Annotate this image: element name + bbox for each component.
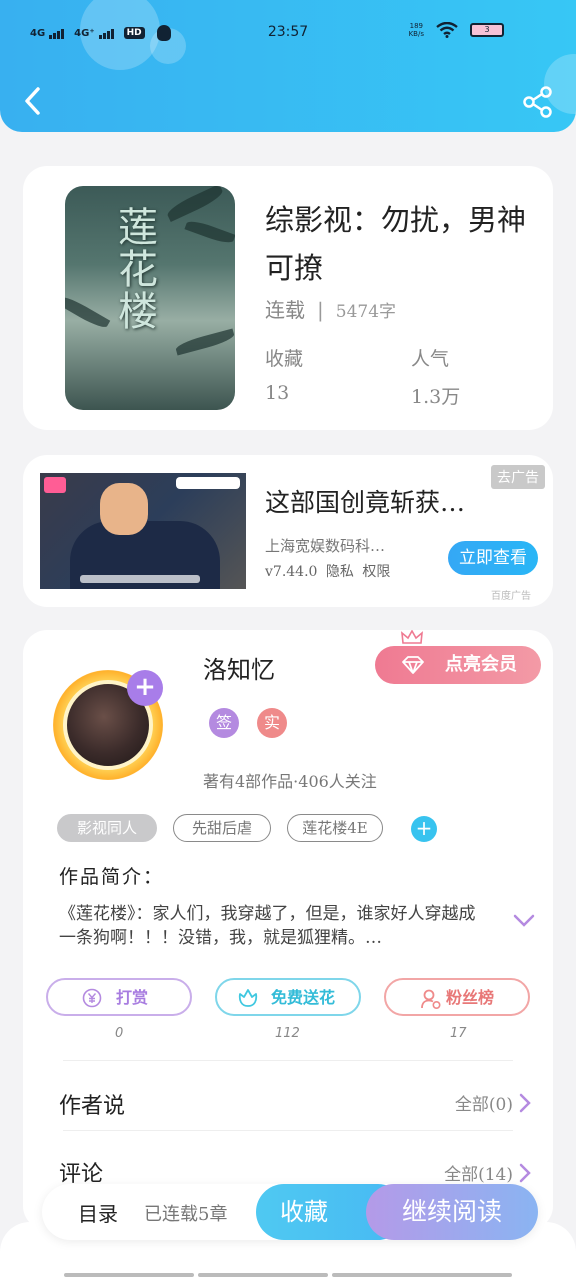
collect-value: 13 [265,382,290,404]
battery-icon: 3 [470,23,504,37]
tag-item[interactable]: 先甜后虐 [173,814,271,842]
verified-badge: 实 [257,708,287,738]
wifi-icon [436,22,458,38]
author-says-title: 作者说 [59,1094,126,1119]
reward-count: 0 [115,1026,124,1041]
follow-author-button[interactable]: + [127,670,163,706]
tag-item[interactable]: 影视同人 [57,814,157,842]
intro-text[interactable]: 《莲花楼》：家人们，我穿越了，但是，谁家好人穿越成一条狗啊！！！没错，我，就是狐… [59,902,489,950]
share-icon[interactable] [522,86,554,118]
comments-all-label: 全部(14) [444,1165,513,1185]
bottom-action-bar: 目录 已连载5章 收藏 继续阅读 [42,1184,538,1240]
word-count: 5474字 [335,302,397,322]
ad-image[interactable] [40,473,246,589]
ad-privacy-link[interactable]: 隐私 [326,564,354,580]
ad-source: 百度广告 [491,591,531,602]
fans-count: 17 [450,1026,467,1041]
add-tag-button[interactable]: + [411,816,437,842]
author-name[interactable]: 洛知忆 [203,650,275,685]
author-says-all-label: 全部(0) [454,1095,513,1115]
meta-separator: | [317,298,324,322]
comments-all-link[interactable]: 全部(14) [444,1160,531,1185]
book-info-card: 莲花楼 综影视：勿扰，男神可撩 连载 | 5474字 收藏 13 人气 1.3万 [23,166,553,430]
ad-advertiser: 上海宽娱数码科… [265,537,386,555]
header: 4G 4G⁺ HD 23:57 189 KB/s 3 [0,0,576,132]
book-meta: 连载 | 5474字 [265,294,396,323]
book-title: 综影视：勿扰，男神可撩 [265,203,527,285]
chevron-right-icon [519,1163,531,1182]
fans-ranking-button-label: 粉丝榜 [445,988,494,1007]
reward-button[interactable]: 打赏 [46,978,192,1016]
book-cover[interactable]: 莲花楼 [65,186,235,410]
toc-button[interactable]: 目录 [78,1198,118,1227]
reward-button-label: 打赏 [115,988,148,1007]
bilibili-logo-icon [44,477,66,493]
ad-title: 这部国创竟斩获… [265,488,466,517]
nav-indicator [198,1273,328,1277]
fans-ranking-button[interactable]: 粉丝榜 [384,978,530,1016]
vip-button-label: 点亮会员 [445,654,517,675]
chevron-down-icon[interactable] [513,914,535,928]
tag-item[interactable]: 莲花楼4E [287,814,383,842]
network-speed: 189 KB/s [409,22,424,38]
author-card: + 洛知忆 点亮会员 签 实 著有4部作品·406人关注 影视同人 先甜后虐 莲… [23,630,553,1230]
signed-badge: 签 [209,708,239,738]
flower-icon [238,989,258,1007]
ad-permissions-link[interactable]: 权限 [362,564,390,580]
yuan-coin-icon [82,988,102,1008]
cover-title: 莲花楼 [111,206,157,332]
author-says-all-link[interactable]: 全部(0) [455,1090,531,1115]
collect-label: 收藏 [265,348,304,370]
nav-indicator [64,1273,194,1277]
flower-count: 112 [275,1026,300,1041]
free-flower-button[interactable]: 免费送花 [215,978,361,1016]
free-flower-button-label: 免费送花 [270,988,335,1007]
serial-status: 连载 [265,298,305,322]
divider [63,1060,513,1061]
author-stats: 著有4部作品·406人关注 [203,772,377,791]
status-right: 189 KB/s 3 [409,22,504,38]
ad-view-button[interactable]: 立即查看 [448,541,538,575]
ad-app-info: v7.44.0 隐私 权限 [265,561,390,581]
speed-value: 189 [409,22,423,30]
chevron-right-icon [519,1093,531,1112]
user-ranking-icon [421,989,441,1010]
ad-card[interactable]: 去广告 这部国创竟斩获… 上海宽娱数码科… v7.44.0 隐私 权限 立即查看… [23,455,553,607]
diamond-icon [402,656,424,674]
ad-version: v7.44.0 [265,564,318,580]
intro-heading: 作品简介： [59,866,165,888]
popularity-label: 人气 [411,348,450,370]
nav-indicator [332,1273,512,1277]
vip-button[interactable]: 点亮会员 [375,630,541,684]
popularity-value: 1.3万 [411,386,461,408]
crown-icon [401,630,423,644]
continue-reading-button[interactable]: 继续阅读 [366,1184,538,1240]
back-icon[interactable] [22,86,42,116]
speed-unit: KB/s [408,30,424,38]
divider [63,1130,513,1131]
serial-chapters: 已连载5章 [144,1204,228,1225]
